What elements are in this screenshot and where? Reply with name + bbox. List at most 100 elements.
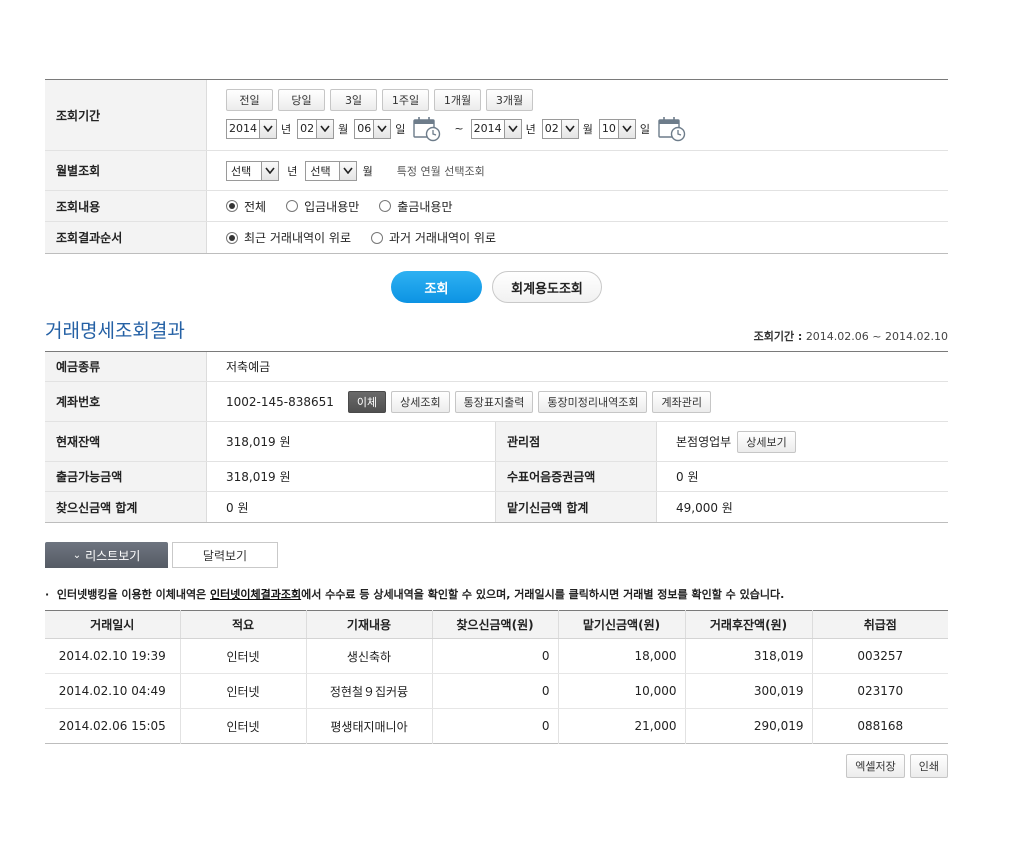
tab-calendar[interactable]: 달력보기 (172, 542, 278, 568)
passbook-print-button[interactable]: 통장표지출력 (454, 390, 534, 413)
transfer-button[interactable]: 이체 (347, 390, 387, 413)
deposit-sum-value: 49,000 원 (676, 500, 733, 515)
cell-datetime[interactable]: 2014.02.06 15:05 (45, 709, 180, 744)
unit-day: 일 (639, 122, 650, 136)
calendar-icon[interactable] (658, 116, 686, 142)
to-day-value: 10 (601, 122, 616, 135)
unrecorded-inquiry-button[interactable]: 통장미정리내역조회 (538, 390, 648, 413)
period-button-3months[interactable]: 3개월 (486, 88, 533, 111)
excel-save-button[interactable]: 엑셀저장 (846, 754, 905, 778)
cell-datetime[interactable]: 2014.02.10 19:39 (45, 638, 180, 674)
cell-datetime[interactable]: 2014.02.10 04:49 (45, 673, 180, 709)
print-button[interactable]: 인쇄 (909, 754, 948, 778)
content-label: 조회내용 (45, 191, 207, 221)
account-manage-button[interactable]: 계좌관리 (652, 390, 711, 413)
result-period: 조회기간 : 2014.02.06 ~ 2014.02.10 (754, 328, 948, 344)
unit-month: 월 (362, 164, 373, 178)
order-label: 조회결과순서 (45, 222, 207, 253)
available-value: 318,019 원 (226, 470, 291, 484)
notice-suffix: 에서 수수료 등 상세내역을 확인할 수 있으며, 거래일시를 클릭하시면 거래… (301, 588, 785, 601)
account-info: 예금종류 저축예금 계좌번호 1002-145-838651 이체 상세조회 통… (45, 351, 948, 523)
chevron-down-icon (503, 119, 521, 138)
to-year-select[interactable]: 2014 (470, 118, 522, 139)
available-label: 출금가능금액 (45, 462, 207, 491)
col-branch: 취급점 (811, 610, 948, 639)
to-month-select[interactable]: 02 (541, 118, 579, 139)
to-day-select[interactable]: 10 (598, 118, 636, 139)
radio-icon (379, 200, 392, 212)
radio-icon (371, 231, 383, 244)
order-option-label: 최근 거래내역이 위로 (244, 231, 351, 245)
unit-month: 월 (582, 122, 593, 136)
period-label: 조회기간 (45, 80, 207, 150)
cell-memo: 평생태지매니아 (305, 708, 432, 744)
balance-value: 318,019 원 (226, 435, 291, 449)
tab-list[interactable]: ⌄ 리스트보기 (45, 542, 168, 568)
result-title: 거래명세조회결과 (45, 320, 185, 342)
period-button-1week[interactable]: 1주일 (382, 88, 429, 111)
check-label: 수표어음증권금액 (495, 462, 657, 491)
unit-year: 년 (525, 122, 536, 136)
cell-branch: 088168 (811, 708, 948, 744)
radio-icon (286, 200, 299, 212)
period-button-today[interactable]: 당일 (278, 88, 325, 111)
to-month-value: 02 (544, 122, 559, 135)
chevron-down-icon (373, 119, 391, 138)
branch-detail-button[interactable]: 상세보기 (737, 430, 796, 453)
monthly-year-value: 선택 (231, 164, 252, 178)
monthly-month-value: 선택 (310, 164, 331, 178)
table-row: 2014.02.10 04:49 인터넷 정현철９집커뮹 0 10,000 30… (45, 673, 948, 709)
content-option-all[interactable]: 전체 (226, 198, 266, 215)
order-option-recent[interactable]: 최근 거래내역이 위로 (226, 229, 351, 246)
cell-memo: 정현철９집커뮹 (305, 673, 432, 709)
radio-checked-icon (226, 231, 238, 244)
chevron-down-icon (617, 119, 635, 138)
search-button[interactable]: 조회 (391, 271, 482, 303)
order-option-past[interactable]: 과거 거래내역이 위로 (371, 229, 496, 246)
unit-year: 년 (287, 164, 298, 178)
unit-month: 월 (338, 122, 349, 136)
monthly-month-select[interactable]: 선택 (305, 160, 357, 181)
cell-deposit: 18,000 (557, 638, 685, 674)
cell-deposit: 10,000 (557, 673, 685, 709)
to-year-value: 2014 (473, 122, 502, 135)
monthly-hint: 특정 연월 선택조회 (396, 164, 485, 178)
account-number: 1002-145-838651 (226, 394, 334, 409)
check-value: 0 원 (676, 470, 699, 484)
from-month-select[interactable]: 02 (297, 118, 335, 139)
col-datetime: 거래일시 (45, 610, 180, 639)
accounting-search-button[interactable]: 회계용도조회 (492, 271, 602, 303)
cell-memo: 생신축하 (305, 638, 432, 674)
monthly-year-select[interactable]: 선택 (226, 160, 280, 181)
branch-label: 관리점 (495, 422, 657, 461)
chevron-down-icon (261, 161, 279, 180)
notice-prefix: 인터넷뱅킹을 이용한 이체내역은 (56, 588, 211, 601)
content-option-deposit[interactable]: 입금내용만 (286, 198, 359, 215)
cell-balance: 290,019 (684, 708, 812, 744)
period-button-3days[interactable]: 3일 (330, 88, 377, 111)
tab-list-label: 리스트보기 (85, 548, 141, 563)
period-button-1month[interactable]: 1개월 (434, 88, 481, 111)
detail-inquiry-button[interactable]: 상세조회 (391, 390, 450, 413)
branch-value: 본점영업부 (676, 435, 732, 449)
chevron-down-icon: ⌄ (72, 549, 82, 561)
cell-deposit: 21,000 (557, 708, 685, 744)
transfer-result-link[interactable]: 인터넷이체결과조회 (210, 588, 301, 601)
unit-year: 년 (281, 122, 292, 136)
transaction-table: 거래일시 적요 기재내용 찾으신금액(원) 맡기신금액(원) 거래후잔액(원) … (45, 610, 948, 744)
calendar-icon[interactable] (413, 116, 441, 142)
from-day-select[interactable]: 06 (354, 118, 392, 139)
table-row: 2014.02.06 15:05 인터넷 평생태지매니아 0 21,000 29… (45, 708, 948, 744)
content-option-withdraw[interactable]: 출금내용만 (379, 198, 453, 215)
result-period-value: 2014.02.06 ~ 2014.02.10 (805, 330, 948, 343)
content-row: 조회내용 전체 입금내용만 출금내용만 (45, 191, 948, 222)
cell-balance: 318,019 (684, 638, 812, 674)
period-button-prev-day[interactable]: 전일 (226, 88, 273, 111)
balance-label: 현재잔액 (45, 422, 207, 461)
col-balance: 거래후잔액(원) (684, 610, 812, 639)
cell-branch: 003257 (811, 638, 948, 674)
bottom-actions: 엑셀저장 인쇄 (846, 754, 948, 778)
withdraw-sum-value: 0 원 (226, 500, 249, 515)
cell-summary: 인터넷 (179, 673, 306, 709)
from-year-select[interactable]: 2014 (226, 118, 277, 139)
